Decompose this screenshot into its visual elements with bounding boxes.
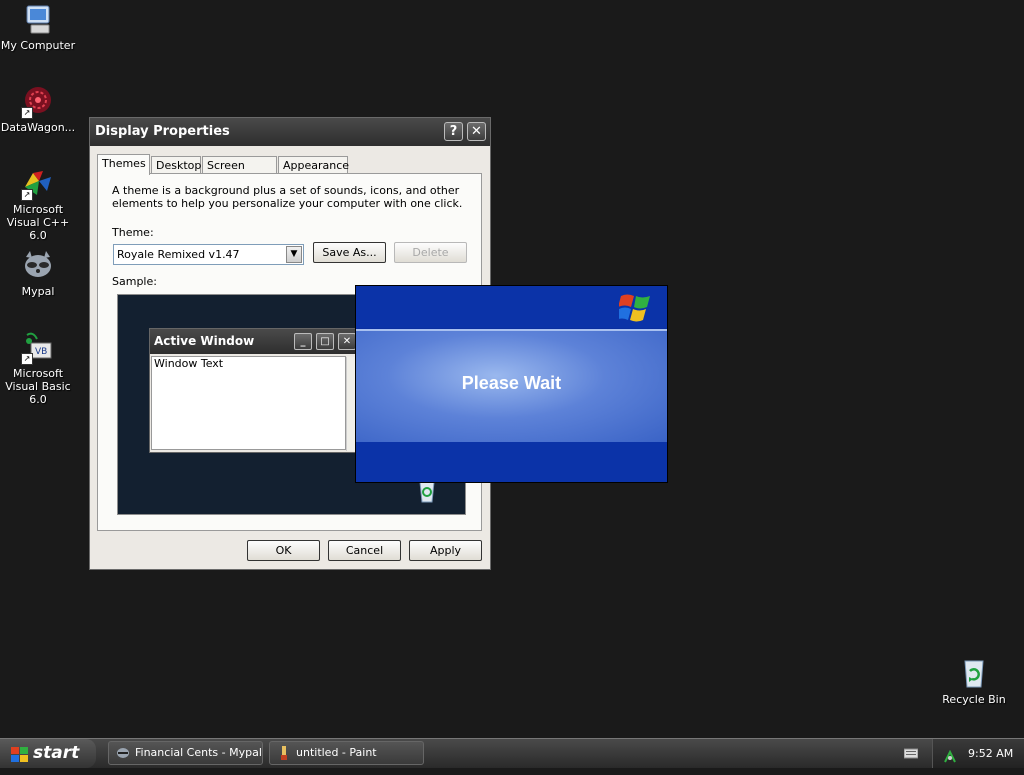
theme-label: Theme: (112, 226, 154, 239)
desktop-icon-visual-cpp[interactable]: ↗ Microsoft Visual C++ 6.0 (0, 167, 78, 242)
theme-select[interactable]: Royale Remixed v1.47 ▼ (113, 244, 304, 265)
keyboard-icon[interactable] (903, 747, 919, 762)
sample-recycle-bin-icon (415, 480, 439, 507)
desktop-icon-visual-basic[interactable]: VB ↗ Microsoft Visual Basic 6.0 (0, 331, 78, 406)
mypal-raccoon-icon (21, 249, 55, 283)
please-wait-text: Please Wait (461, 373, 562, 393)
window-title: Display Properties (95, 124, 230, 139)
taskbar-button-label: untitled - Paint (296, 746, 377, 759)
tab-screen-saver[interactable]: Screen Saver (202, 156, 277, 189)
windows-flag-icon (11, 745, 29, 774)
cancel-button[interactable]: Cancel (328, 540, 401, 561)
tab-appearance[interactable]: Appearance (278, 156, 349, 174)
theme-description: A theme is a background plus a set of so… (112, 184, 463, 210)
computer-icon (21, 3, 55, 37)
desktop-icon-mypal[interactable]: Mypal (0, 249, 78, 298)
minimize-icon: _ (294, 333, 312, 350)
delete-button[interactable]: Delete (394, 242, 467, 263)
maximize-icon: □ (316, 333, 334, 350)
visual-cpp-icon: ↗ (21, 167, 55, 201)
start-label: start (33, 743, 80, 763)
sample-label: Sample: (112, 275, 157, 288)
recycle-bin-icon (957, 657, 991, 691)
shortcut-arrow-icon: ↗ (21, 189, 33, 201)
splash-bottom-band (356, 442, 667, 482)
title-bar[interactable]: Display Properties ? ✕ (90, 118, 490, 146)
network-icon[interactable] (943, 746, 957, 775)
desktop-icon-my-computer[interactable]: My Computer (0, 3, 78, 52)
windows-logo-icon (616, 292, 653, 325)
shortcut-arrow-icon: ↗ (21, 107, 33, 119)
desktop-icon-label: Recycle Bin (942, 693, 1006, 706)
tab-desktop[interactable]: Desktop (151, 156, 201, 174)
desktop-icon-recycle-bin[interactable]: Recycle Bin (934, 657, 1014, 706)
close-icon: ✕ (338, 333, 356, 350)
taskbar: start Financial Cents - Mypal untitled -… (0, 738, 1024, 768)
desktop-icon-label: My Computer (0, 39, 76, 52)
desktop-icon-label: DataWagon... (0, 121, 76, 134)
ok-button[interactable]: OK (247, 540, 320, 561)
desktop-icon-label: Microsoft Visual Basic 6.0 (5, 367, 71, 406)
svg-text:VB: VB (35, 347, 47, 357)
desktop-icon-label: Microsoft Visual C++ 6.0 (6, 203, 70, 242)
visual-basic-icon: VB ↗ (21, 331, 55, 365)
system-tray: 9:52 AM (932, 739, 1024, 768)
desktop-icon-label: Mypal (21, 285, 55, 298)
sample-window-text: Window Text (154, 357, 224, 370)
help-button[interactable]: ? (444, 122, 463, 141)
start-button[interactable]: start (0, 739, 96, 768)
mypal-raccoon-icon (116, 746, 130, 764)
paint-brush-icon (277, 746, 291, 764)
clock[interactable]: 9:52 AM (968, 739, 1013, 768)
sample-title-bar: Active Window _ □ ✕ (150, 329, 358, 354)
sample-window-title: Active Window (154, 334, 255, 348)
taskbar-button-paint[interactable]: untitled - Paint (269, 741, 424, 765)
save-as-button[interactable]: Save As... (313, 242, 386, 263)
theme-select-value: Royale Remixed v1.47 (117, 248, 240, 261)
taskbar-button-label: Financial Cents - Mypal (135, 746, 262, 759)
tab-themes[interactable]: Themes (97, 154, 150, 175)
desktop-icon-datawagon[interactable]: ↗ DataWagon... (0, 85, 78, 134)
apply-button[interactable]: Apply (409, 540, 482, 561)
sample-window-body: Window Text (151, 356, 358, 451)
datawagon-icon: ↗ (21, 85, 55, 119)
sample-active-window: Active Window _ □ ✕ Window Text (149, 328, 359, 453)
chevron-down-icon[interactable]: ▼ (286, 246, 302, 263)
close-button[interactable]: ✕ (467, 122, 486, 141)
please-wait-splash: Please Wait (355, 285, 668, 483)
shortcut-arrow-icon: ↗ (21, 353, 33, 365)
taskbar-button-mypal[interactable]: Financial Cents - Mypal (108, 741, 263, 765)
